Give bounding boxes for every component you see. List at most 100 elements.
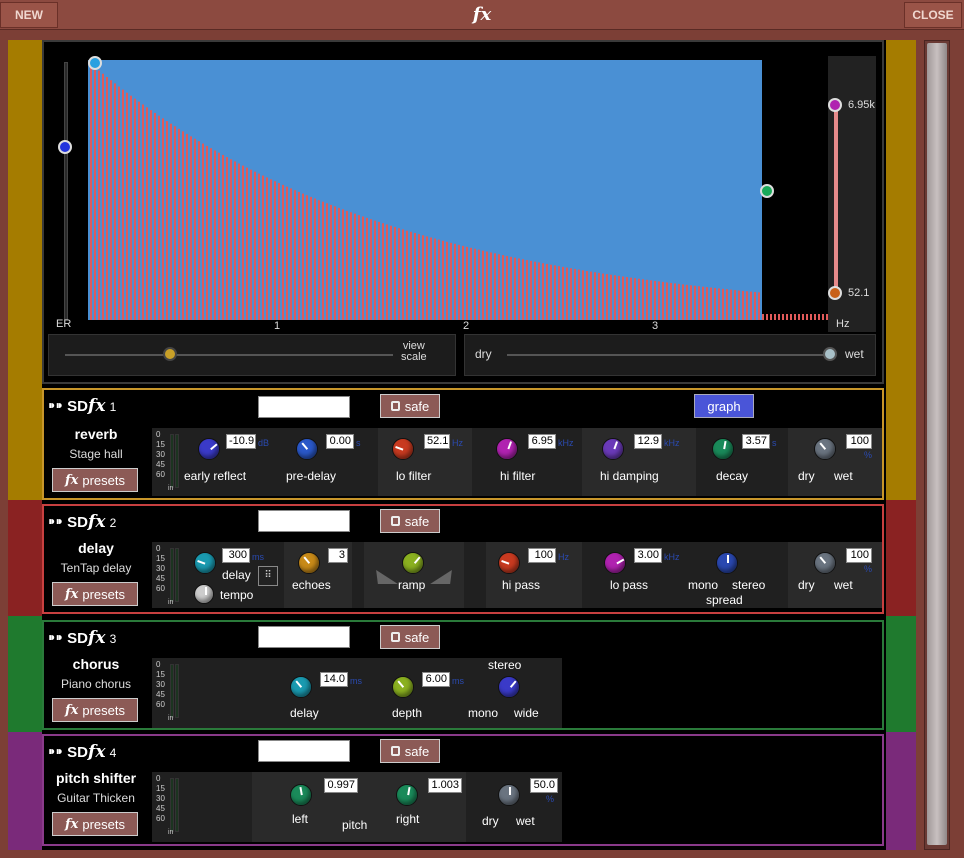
dry-wet-knob[interactable]: [498, 784, 520, 806]
pre-delay-knob[interactable]: [296, 438, 318, 460]
pitch-controls: 0 15 30 45 60 in 0.997 left pitch 1.003 righ…: [152, 772, 562, 842]
delay-time-knob[interactable]: [194, 552, 216, 574]
filter-range-track[interactable]: [834, 104, 838, 294]
scrollbar[interactable]: [924, 40, 950, 850]
decay-bar: [630, 277, 632, 320]
module-type: reverb: [74, 426, 118, 442]
close-button[interactable]: CLOSE: [904, 2, 962, 28]
echoes-knob[interactable]: [298, 552, 320, 574]
dry-wet-value[interactable]: 100: [846, 548, 872, 563]
name-input[interactable]: [258, 626, 350, 648]
decay-bar: [150, 110, 152, 320]
pitch-left-value[interactable]: 0.997: [324, 778, 358, 793]
module-type: delay: [78, 540, 114, 556]
name-input[interactable]: [258, 740, 350, 762]
hi-pass-knob[interactable]: [498, 552, 520, 574]
decay-bar: [90, 63, 92, 320]
decay-bar: [674, 283, 676, 320]
decay-bar: [182, 131, 184, 320]
tap-grid-icon[interactable]: ⠿: [258, 566, 278, 586]
chorus-delay-value[interactable]: 14.0: [320, 672, 348, 687]
safe-button[interactable]: safe: [380, 625, 440, 649]
decay-bar: [430, 237, 432, 320]
sdfx-logo: ⁍⁍ SDfx 1: [48, 396, 117, 416]
name-input[interactable]: [258, 396, 350, 418]
hi-pass-value[interactable]: 100: [528, 548, 556, 563]
decay-bar: [782, 314, 784, 320]
echoes-value[interactable]: 3: [328, 548, 348, 563]
early-reflect-knob[interactable]: [198, 438, 220, 460]
lo-pass-knob[interactable]: [604, 552, 626, 574]
decay-bar: [670, 282, 672, 320]
name-input[interactable]: [258, 510, 350, 532]
view-scale-track[interactable]: [65, 354, 393, 356]
safe-button[interactable]: safe: [380, 394, 440, 418]
safe-button[interactable]: safe: [380, 509, 440, 533]
decay-bar: [814, 314, 816, 320]
decay-bar: [710, 287, 712, 320]
decay-bar: [114, 83, 116, 320]
lock-icon: [390, 632, 400, 642]
presets-button[interactable]: fx presets: [52, 582, 138, 606]
pitch-right-knob[interactable]: [396, 784, 418, 806]
dry-wet-value[interactable]: 50.0: [530, 778, 558, 793]
depth-knob[interactable]: [392, 676, 414, 698]
er-slider-track[interactable]: [64, 62, 68, 320]
decay-bar: [402, 229, 404, 320]
view-scale-handle[interactable]: [163, 347, 177, 361]
pitch-left-knob[interactable]: [290, 784, 312, 806]
lo-pass-value[interactable]: 3.00: [634, 548, 662, 563]
spread-knob[interactable]: [716, 552, 738, 574]
decay-bar: [258, 173, 260, 320]
hi-filter-label: hi filter: [500, 469, 536, 483]
decay-knob[interactable]: [712, 438, 734, 460]
pre-delay-value[interactable]: 0.00: [326, 434, 354, 449]
scrollbar-thumb[interactable]: [927, 43, 947, 845]
dry-wet-knob[interactable]: [814, 552, 836, 574]
decay-bar: [370, 219, 372, 320]
decay-bar: [334, 206, 336, 320]
lo-filter-handle[interactable]: [828, 286, 842, 300]
x-tick-1: 1: [274, 320, 281, 332]
presets-button[interactable]: fx presets: [52, 812, 138, 836]
dry-wet-value[interactable]: 100: [846, 434, 872, 449]
hi-filter-value[interactable]: 6.95: [528, 434, 556, 449]
ramp-knob[interactable]: [402, 552, 424, 574]
decay-bar: [294, 190, 296, 320]
early-reflect-value[interactable]: -10.9: [226, 434, 256, 449]
chorus-delay-knob[interactable]: [290, 676, 312, 698]
decay-bar: [746, 291, 748, 320]
decay-bar: [226, 157, 228, 320]
lo-filter-value[interactable]: 52.1: [424, 434, 450, 449]
graph-button[interactable]: graph: [694, 394, 754, 418]
delay-time-value[interactable]: 300: [222, 548, 250, 563]
decay-bar: [666, 282, 668, 320]
decay-bar: [706, 287, 708, 320]
decay-bar: [646, 279, 648, 320]
er-slider-handle[interactable]: [58, 140, 72, 154]
safe-button[interactable]: safe: [380, 739, 440, 763]
hi-filter-handle[interactable]: [828, 98, 842, 112]
lo-filter-knob[interactable]: [392, 438, 414, 460]
hi-damping-value[interactable]: 12.9: [634, 434, 662, 449]
decay-handle[interactable]: [760, 184, 774, 198]
pre-delay-handle[interactable]: [88, 56, 102, 70]
decay-bar: [218, 152, 220, 320]
hi-damping-knob[interactable]: [602, 438, 624, 460]
hi-filter-knob[interactable]: [496, 438, 518, 460]
pitch-right-value[interactable]: 1.003: [428, 778, 462, 793]
presets-button[interactable]: fx presets: [52, 698, 138, 722]
decay-value[interactable]: 3.57: [742, 434, 770, 449]
decay-bar: [242, 165, 244, 320]
decay-bar: [194, 138, 196, 320]
depth-value[interactable]: 6.00: [422, 672, 450, 687]
hi-pass-unit: Hz: [558, 552, 569, 562]
dry-wet-track[interactable]: [507, 354, 829, 356]
pitch-left-label: left: [292, 812, 309, 826]
module-type: chorus: [72, 656, 120, 672]
presets-button[interactable]: fx presets: [52, 468, 138, 492]
width-knob[interactable]: [498, 676, 520, 698]
dry-wet-handle[interactable]: [823, 347, 837, 361]
dry-wet-knob[interactable]: [814, 438, 836, 460]
tempo-toggle[interactable]: [194, 584, 214, 604]
